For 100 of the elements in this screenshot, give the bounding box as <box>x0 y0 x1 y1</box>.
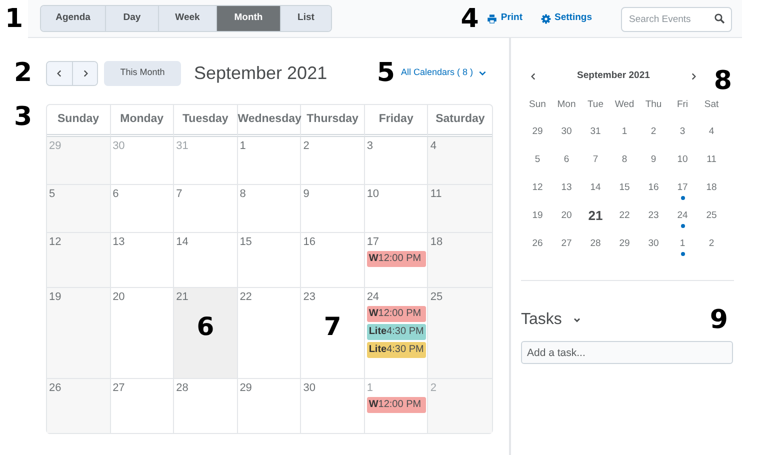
mini-date[interactable]: 30 <box>561 126 572 138</box>
mini-calendar-title: September 2021 <box>577 68 650 83</box>
search-icon[interactable] <box>714 13 725 24</box>
mini-date[interactable]: 11 <box>706 154 716 166</box>
view-tab[interactable]: List <box>281 6 331 31</box>
date-number: 1 <box>366 382 373 395</box>
date-number: 29 <box>240 382 252 395</box>
weekday-label: Tue <box>587 98 604 112</box>
date-number: 20 <box>112 291 125 304</box>
mini-date[interactable]: 29 <box>532 126 543 138</box>
event-chip[interactable]: W12:00 PM <box>366 306 426 322</box>
weekday-header: Thursday <box>301 105 365 137</box>
mini-date[interactable]: 26 <box>532 238 543 250</box>
mini-date[interactable]: 29 <box>619 238 630 250</box>
date-number: 15 <box>240 236 252 249</box>
view-tab[interactable]: Day <box>106 6 159 31</box>
mini-date[interactable]: 12 <box>532 182 543 194</box>
mini-date[interactable]: 21 <box>588 210 603 222</box>
view-tab[interactable]: Month <box>217 6 281 31</box>
weekday-label: Mon <box>557 98 576 112</box>
mini-date[interactable]: 9 <box>650 154 656 166</box>
date-number: 8 <box>240 188 246 201</box>
date-number: 26 <box>49 382 62 395</box>
today-cell[interactable]: 21 6 <box>174 288 238 379</box>
mini-date[interactable]: 13 <box>561 182 572 194</box>
date-number: 3 <box>366 140 373 153</box>
printer-icon <box>486 14 497 24</box>
date-number: 16 <box>303 236 316 249</box>
mini-date[interactable]: 1 <box>680 238 686 250</box>
search-field[interactable]: Search Events <box>621 7 732 32</box>
mini-date[interactable]: 30 <box>648 238 659 250</box>
view-tab[interactable]: Week <box>159 6 217 31</box>
date-number: 10 <box>366 188 380 201</box>
date-number: 17 <box>366 236 380 249</box>
date-number: 24 <box>366 291 380 304</box>
date-number: 2 <box>303 140 310 153</box>
mini-date[interactable]: 27 <box>561 238 572 250</box>
callout-number: 7 <box>324 314 342 339</box>
mini-date[interactable]: 18 <box>706 182 717 194</box>
weekday-label: Thu <box>645 98 662 112</box>
chevron-left-icon <box>529 72 538 80</box>
mini-date[interactable]: 5 <box>534 154 540 166</box>
weekday-label: Fri <box>676 98 688 112</box>
weekday-label: Sun <box>529 98 546 112</box>
mini-date[interactable]: 31 <box>590 126 601 138</box>
task-input[interactable]: Add a task... <box>521 341 733 364</box>
date-number: 31 <box>176 140 188 153</box>
date-number: 2 <box>430 382 436 395</box>
callout-number: 6 <box>196 314 214 339</box>
calendars-dropdown[interactable]: All Calendars ( 8 ) <box>400 66 487 80</box>
mini-date[interactable]: 15 <box>619 182 630 194</box>
mini-date[interactable]: 2 <box>708 238 714 250</box>
event-chip[interactable]: W12:00 PM <box>366 251 426 267</box>
mini-date[interactable]: 22 <box>619 210 630 222</box>
date-number: 28 <box>176 382 188 395</box>
chevron-left-icon <box>55 68 64 78</box>
weekday-header: Tuesday <box>174 105 238 137</box>
month-title: September 2021 <box>194 62 328 85</box>
weekday-label: Wed <box>614 98 634 112</box>
callout-number: 9 <box>710 307 728 333</box>
date-number: 6 <box>112 188 119 201</box>
event-chip[interactable]: Lite4:30 PM <box>366 342 426 358</box>
mini-date[interactable]: 24 <box>677 210 688 222</box>
this-month-button[interactable]: This Month <box>104 60 181 86</box>
weekday-header: Monday <box>110 105 174 137</box>
mini-date[interactable]: 7 <box>592 154 598 166</box>
settings-link[interactable]: Settings <box>540 11 592 26</box>
date-number: 21 <box>176 291 188 304</box>
date-number: 29 <box>49 140 62 153</box>
mini-date[interactable]: 23 <box>648 210 659 222</box>
mini-date[interactable]: 20 <box>561 210 572 222</box>
mini-date[interactable]: 6 <box>564 154 570 166</box>
mini-date[interactable]: 28 <box>590 238 601 250</box>
mini-date[interactable]: 3 <box>680 126 686 138</box>
callout-number: 8 <box>714 68 732 94</box>
mini-date[interactable]: 1 <box>622 126 628 138</box>
date-number: 18 <box>430 236 443 249</box>
mini-date[interactable]: 14 <box>590 182 601 194</box>
mini-date[interactable]: 25 <box>706 210 717 222</box>
date-number: 5 <box>49 188 56 201</box>
tasks-toggle[interactable]: Tasks <box>521 308 582 332</box>
mini-date[interactable]: 2 <box>650 126 656 138</box>
event-chip[interactable]: W12:00 PM <box>366 397 426 413</box>
date-number: 19 <box>49 291 62 304</box>
date-number: 7 <box>176 188 182 201</box>
mini-date[interactable]: 4 <box>708 126 714 138</box>
date-number: 4 <box>430 140 436 153</box>
callout-number: 1 <box>4 6 24 32</box>
mini-date[interactable]: 8 <box>622 154 628 166</box>
callout-number: 4 <box>460 6 479 32</box>
mini-date[interactable]: 10 <box>677 154 688 166</box>
date-number: 9 <box>303 188 310 201</box>
date-number: 1 <box>240 140 246 153</box>
date-number: 30 <box>303 382 316 395</box>
mini-date[interactable]: 17 <box>677 182 688 194</box>
mini-date[interactable]: 16 <box>648 182 659 194</box>
view-tab[interactable]: Agenda <box>41 6 106 31</box>
mini-date[interactable]: 19 <box>532 210 543 222</box>
print-link[interactable]: Print <box>486 11 523 26</box>
event-chip[interactable]: Lite4:30 PM <box>366 324 426 340</box>
